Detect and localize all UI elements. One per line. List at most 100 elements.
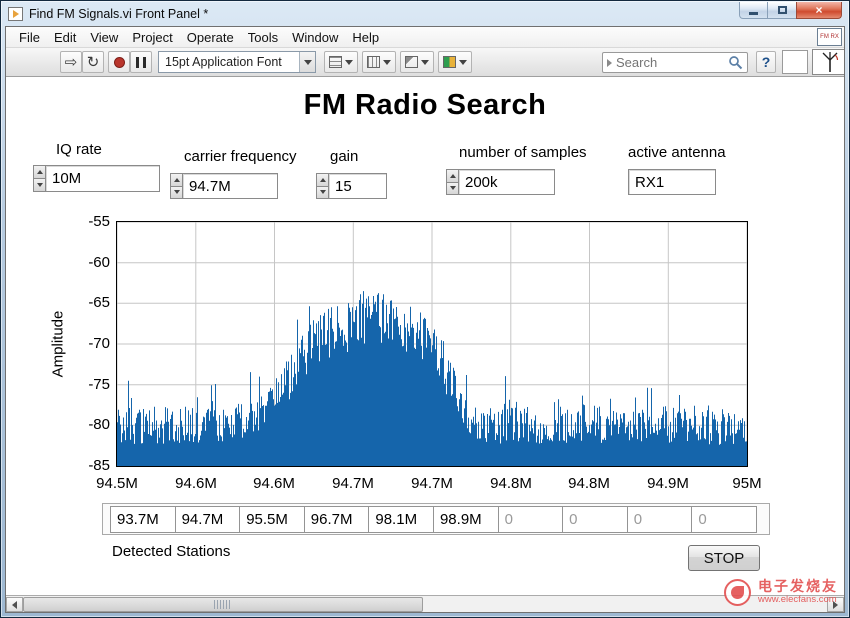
horizontal-scrollbar[interactable] (6, 595, 844, 612)
maximize-button[interactable] (768, 2, 796, 19)
active-antenna-label: active antenna (628, 144, 726, 161)
gain-field[interactable]: 15 (329, 173, 387, 199)
iq-rate-field[interactable]: 10M (46, 165, 160, 192)
menu-tools[interactable]: Tools (241, 28, 285, 47)
search-icon (729, 56, 743, 70)
detected-stations-table: 93.7M 94.7M 95.5M 96.7M 98.1M 98.9M 0 0 … (102, 503, 770, 535)
stop-button[interactable]: STOP (688, 545, 760, 571)
watermark: 电子发烧友 www.elecfans.com (724, 573, 838, 611)
logo-swirl-icon (731, 585, 744, 599)
x-tick-label: 94.8M (490, 475, 532, 492)
resize-objects-dropdown[interactable] (400, 51, 434, 73)
decrement-icon (449, 186, 456, 191)
x-tick-label: 94.7M (411, 475, 453, 492)
carrier-frequency-spinner (170, 173, 183, 199)
increment-icon (319, 177, 326, 182)
menu-operate[interactable]: Operate (180, 28, 241, 47)
carrier-frequency-control: 94.7M (170, 173, 278, 199)
pause-button[interactable] (130, 51, 152, 73)
increment-icon (36, 170, 43, 174)
spectrum-plot-area (116, 221, 748, 467)
chevron-down-icon (459, 59, 467, 65)
iq-rate-spinner (33, 165, 46, 192)
menu-project[interactable]: Project (125, 28, 179, 47)
help-button[interactable]: ? (756, 51, 776, 73)
chevron-down-icon (421, 59, 429, 65)
station-cell: 96.7M (303, 505, 370, 533)
increment-button[interactable] (170, 173, 183, 187)
abort-icon (113, 56, 125, 68)
station-cell: 0 (691, 505, 757, 533)
run-arrow-icon (12, 9, 19, 18)
y-tick-label: -60 (88, 254, 110, 271)
iq-rate-label: IQ rate (56, 141, 102, 158)
distribute-objects-dropdown[interactable] (362, 51, 396, 73)
toolbar: ⇨ ↻ 15pt Application Font Search ? (6, 48, 844, 77)
run-button[interactable]: ⇨ (60, 51, 82, 73)
menu-edit[interactable]: Edit (47, 28, 83, 47)
close-button[interactable]: × (796, 2, 842, 19)
page-title: FM Radio Search (303, 89, 547, 121)
front-panel: FM Radio Search IQ rate 10M carrier freq… (6, 77, 844, 595)
chevron-down-icon (299, 52, 315, 72)
increment-button[interactable] (316, 173, 329, 187)
scrollbar-thumb[interactable] (23, 597, 423, 612)
number-of-samples-field[interactable]: 200k (459, 169, 555, 195)
increment-button[interactable] (446, 169, 459, 183)
menu-bar: File Edit View Project Operate Tools Win… (6, 27, 844, 48)
station-cell: 0 (497, 505, 564, 533)
x-tick-label: 94.9M (647, 475, 689, 492)
iq-rate-control: 10M (33, 165, 160, 192)
decrement-button[interactable] (446, 182, 459, 195)
number-of-samples-control: 200k (446, 169, 555, 195)
detected-stations-label: Detected Stations (112, 543, 231, 560)
vi-icon: FM RX (817, 28, 842, 46)
pause-icon (136, 56, 146, 68)
carrier-frequency-field[interactable]: 94.7M (183, 173, 278, 199)
carrier-frequency-label: carrier frequency (184, 148, 297, 165)
station-cell: 94.7M (174, 505, 241, 533)
vi-icon-large (812, 49, 844, 75)
font-selector-dropdown[interactable]: 15pt Application Font (158, 51, 316, 73)
increment-icon (449, 173, 456, 178)
run-continuous-icon: ↻ (86, 54, 100, 71)
menu-file[interactable]: File (12, 28, 47, 47)
spectrum-graph (116, 221, 748, 467)
close-icon: × (815, 3, 823, 17)
reorder-dropdown[interactable] (438, 51, 472, 73)
number-of-samples-label: number of samples (459, 144, 587, 161)
minimize-button[interactable] (739, 2, 768, 19)
search-history-icon[interactable] (607, 58, 612, 67)
arrow-left-icon (12, 600, 17, 609)
watermark-url: www.elecfans.com (758, 593, 837, 605)
x-tick-label: 94.6M (253, 475, 295, 492)
window-title: Find FM Signals.vi Front Panel * (29, 6, 209, 21)
increment-button[interactable] (33, 165, 46, 179)
decrement-button[interactable] (33, 179, 46, 192)
client-area: File Edit View Project Operate Tools Win… (5, 26, 845, 613)
elecfans-logo-icon (724, 578, 751, 606)
active-antenna-field[interactable]: RX1 (628, 169, 716, 195)
menu-window[interactable]: Window (285, 28, 345, 47)
chevron-down-icon (383, 59, 391, 65)
run-continuous-button[interactable]: ↻ (82, 51, 104, 73)
reorder-icon (443, 56, 456, 68)
y-axis-label: Amplitude (49, 310, 67, 378)
menu-help[interactable]: Help (345, 28, 386, 47)
minimize-icon (749, 11, 758, 15)
decrement-icon (173, 190, 180, 195)
decrement-button[interactable] (316, 186, 329, 199)
distribute-objects-icon (367, 56, 380, 68)
y-tick-label: -80 (88, 416, 110, 433)
chevron-down-icon (345, 59, 353, 65)
menu-view[interactable]: View (83, 28, 125, 47)
align-objects-dropdown[interactable] (324, 51, 358, 73)
decrement-button[interactable] (170, 186, 183, 199)
scroll-left-button[interactable] (6, 597, 23, 612)
labview-app-icon (8, 6, 23, 21)
x-tick-label: 94.7M (332, 475, 374, 492)
window-controls: × (739, 2, 842, 19)
abort-button[interactable] (108, 51, 130, 73)
grip-icon (214, 600, 232, 609)
search-input[interactable] (616, 55, 728, 70)
